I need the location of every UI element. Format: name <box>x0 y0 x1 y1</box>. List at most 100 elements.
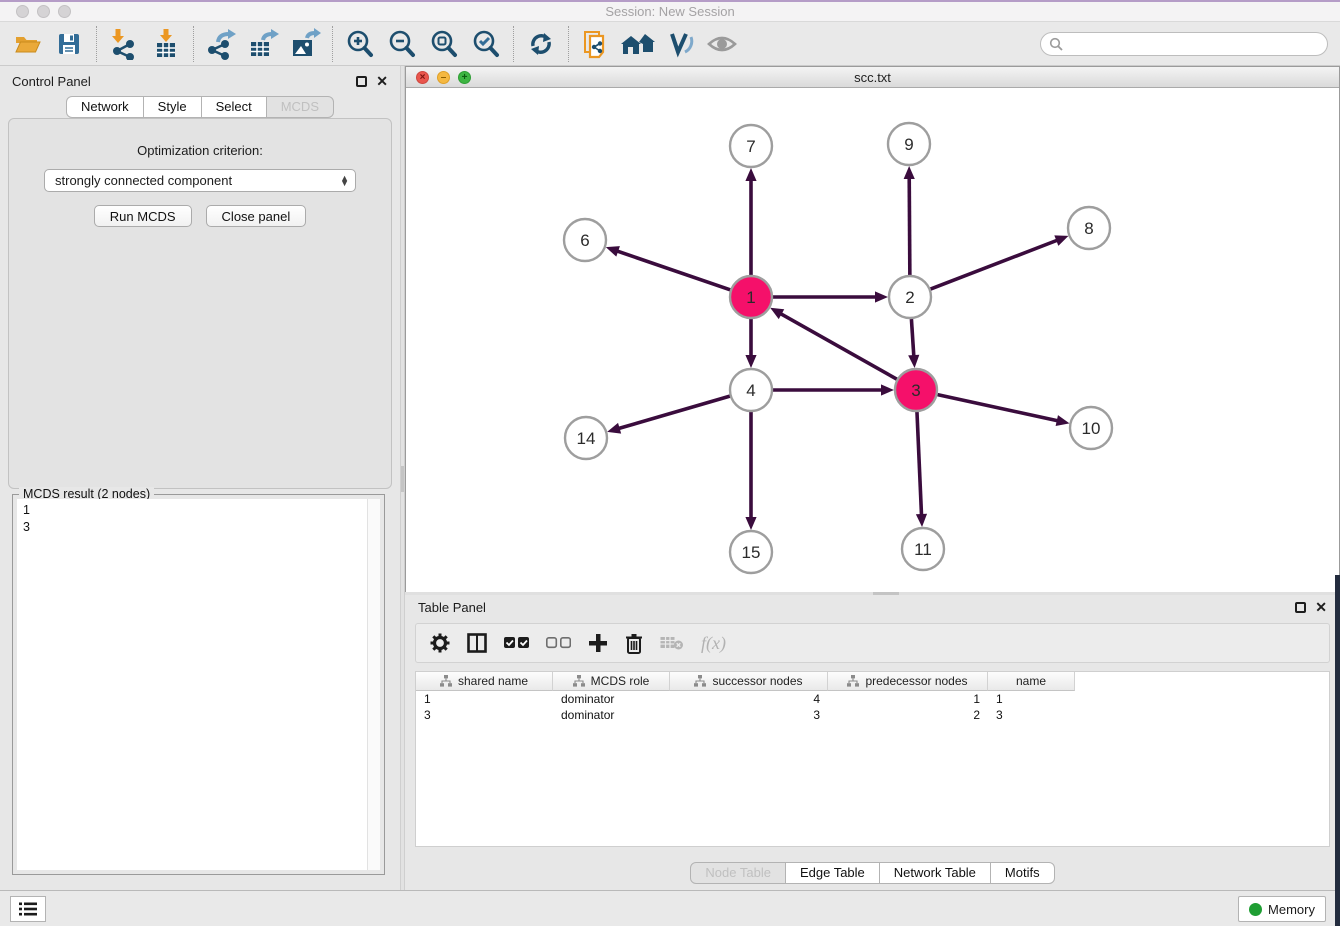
cell-predecessor-nodes[interactable]: 2 <box>828 707 988 723</box>
select-all-button[interactable] <box>504 637 529 649</box>
mcds-result-text[interactable]: 1 3 <box>17 499 367 870</box>
edge-3-11[interactable] <box>917 412 922 516</box>
zoom-out-icon <box>387 29 417 59</box>
task-history-button[interactable] <box>10 896 46 922</box>
tab-style[interactable]: Style <box>143 96 202 118</box>
column-header-successor-nodes[interactable]: successor nodes <box>670 672 828 691</box>
close-panel-icon[interactable]: ✕ <box>376 74 388 88</box>
tab-network[interactable]: Network <box>66 96 144 118</box>
network-graph[interactable]: 7968124314101511 <box>406 88 1339 591</box>
float-panel-icon[interactable] <box>356 76 367 87</box>
delete-table-button[interactable] <box>660 635 684 651</box>
edge-4-14[interactable] <box>618 396 730 429</box>
run-mcds-button[interactable]: Run MCDS <box>94 205 192 227</box>
edge-arrowhead <box>1054 235 1068 245</box>
cell-name[interactable]: 3 <box>988 707 1075 723</box>
refresh-icon <box>527 30 555 58</box>
table-header-row: shared name MCDS role successor nodesprede… <box>416 672 1329 691</box>
zoom-selected-button[interactable] <box>465 25 507 63</box>
node-label: 2 <box>905 288 914 307</box>
node-label: 10 <box>1082 419 1101 438</box>
column-header-label: shared name <box>458 674 528 688</box>
open-sample-network-button[interactable] <box>575 25 617 63</box>
control-panel-title: Control Panel <box>12 74 91 89</box>
edge-2-8[interactable] <box>931 240 1059 289</box>
result-scrollbar[interactable] <box>367 499 380 870</box>
column-header-shared-name[interactable]: shared name <box>416 672 553 691</box>
column-header-mcds-role[interactable]: MCDS role <box>553 672 670 691</box>
column-header-predecessor-nodes[interactable]: predecessor nodes <box>828 672 988 691</box>
column-flow-icon <box>440 675 452 687</box>
table-row[interactable]: 3dominator323 <box>416 707 1329 723</box>
zoom-out-button[interactable] <box>381 25 423 63</box>
node-table: shared name MCDS role successor nodesprede… <box>415 671 1330 847</box>
edge-2-9[interactable] <box>909 177 910 275</box>
close-panel-button[interactable]: Close panel <box>206 205 307 227</box>
tab-select[interactable]: Select <box>201 96 267 118</box>
cell-name[interactable]: 1 <box>988 691 1075 707</box>
window-title: Session: New Session <box>0 4 1340 19</box>
cell-mcds-role[interactable]: dominator <box>553 691 670 707</box>
export-table-button[interactable] <box>242 25 284 63</box>
edge-1-6[interactable] <box>616 251 730 290</box>
delete-column-button[interactable] <box>625 633 643 654</box>
network-window-titlebar: × – + scc.txt <box>406 67 1339 88</box>
table-tabs: Node TableEdge TableNetwork TableMotifs <box>405 862 1340 884</box>
edge-3-10[interactable] <box>937 395 1058 421</box>
node-label: 9 <box>904 135 913 154</box>
table-panel-header: Table Panel ✕ <box>405 595 1340 619</box>
import-table-icon <box>151 28 181 60</box>
cell-mcds-role[interactable]: dominator <box>553 707 670 723</box>
refresh-network-button[interactable] <box>520 25 562 63</box>
column-header-name[interactable]: name <box>988 672 1075 691</box>
close-table-panel-icon[interactable]: ✕ <box>1315 600 1327 614</box>
tab-motifs[interactable]: Motifs <box>990 862 1055 884</box>
network-canvas[interactable]: 7968124314101511 <box>406 88 1339 592</box>
column-header-label: MCDS role <box>591 674 650 688</box>
home-button[interactable] <box>617 25 659 63</box>
zoom-fit-button[interactable] <box>423 25 465 63</box>
table-toolbar: f(x) <box>415 623 1330 663</box>
cell-successor-nodes[interactable]: 4 <box>670 691 828 707</box>
tab-mcds[interactable]: MCDS <box>266 96 334 118</box>
table-settings-button[interactable] <box>430 633 450 653</box>
eye-icon <box>706 31 738 57</box>
memory-button-label: Memory <box>1268 902 1315 917</box>
zoom-in-button[interactable] <box>339 25 381 63</box>
search-box[interactable] <box>1040 32 1328 56</box>
cell-shared-name[interactable]: 3 <box>416 707 553 723</box>
import-network-button[interactable] <box>103 25 145 63</box>
function-builder-button[interactable]: f(x) <box>701 633 726 654</box>
column-panel-button[interactable] <box>467 633 487 653</box>
vizmapper-button[interactable] <box>659 25 701 63</box>
export-network-button[interactable] <box>200 25 242 63</box>
splitter-grip[interactable] <box>401 466 404 492</box>
open-session-button[interactable] <box>6 25 48 63</box>
search-input[interactable] <box>1063 37 1313 51</box>
show-graphics-details-button[interactable] <box>701 25 743 63</box>
export-image-button[interactable] <box>284 25 326 63</box>
tab-node-table[interactable]: Node Table <box>690 862 786 884</box>
tab-edge-table[interactable]: Edge Table <box>785 862 880 884</box>
table-row[interactable]: 1dominator411 <box>416 691 1329 707</box>
memory-button[interactable]: Memory <box>1238 896 1326 922</box>
cell-predecessor-nodes[interactable]: 1 <box>828 691 988 707</box>
trash-icon <box>625 633 643 654</box>
criterion-dropdown[interactable]: strongly connected component ▲▼ <box>44 169 356 192</box>
column-flow-icon <box>847 675 859 687</box>
edge-3-1[interactable] <box>780 313 897 379</box>
import-table-button[interactable] <box>145 25 187 63</box>
add-column-button[interactable] <box>588 633 608 653</box>
save-icon <box>55 30 83 58</box>
save-session-button[interactable] <box>48 25 90 63</box>
tab-network-table[interactable]: Network Table <box>879 862 991 884</box>
float-table-panel-icon[interactable] <box>1295 602 1306 613</box>
search-icon <box>1049 37 1063 51</box>
cell-successor-nodes[interactable]: 3 <box>670 707 828 723</box>
cell-shared-name[interactable]: 1 <box>416 691 553 707</box>
node-label: 7 <box>746 137 755 156</box>
zoom-in-icon <box>345 29 375 59</box>
deselect-all-button[interactable] <box>546 637 571 649</box>
edge-2-3[interactable] <box>911 319 913 357</box>
edge-arrowhead <box>745 168 756 181</box>
